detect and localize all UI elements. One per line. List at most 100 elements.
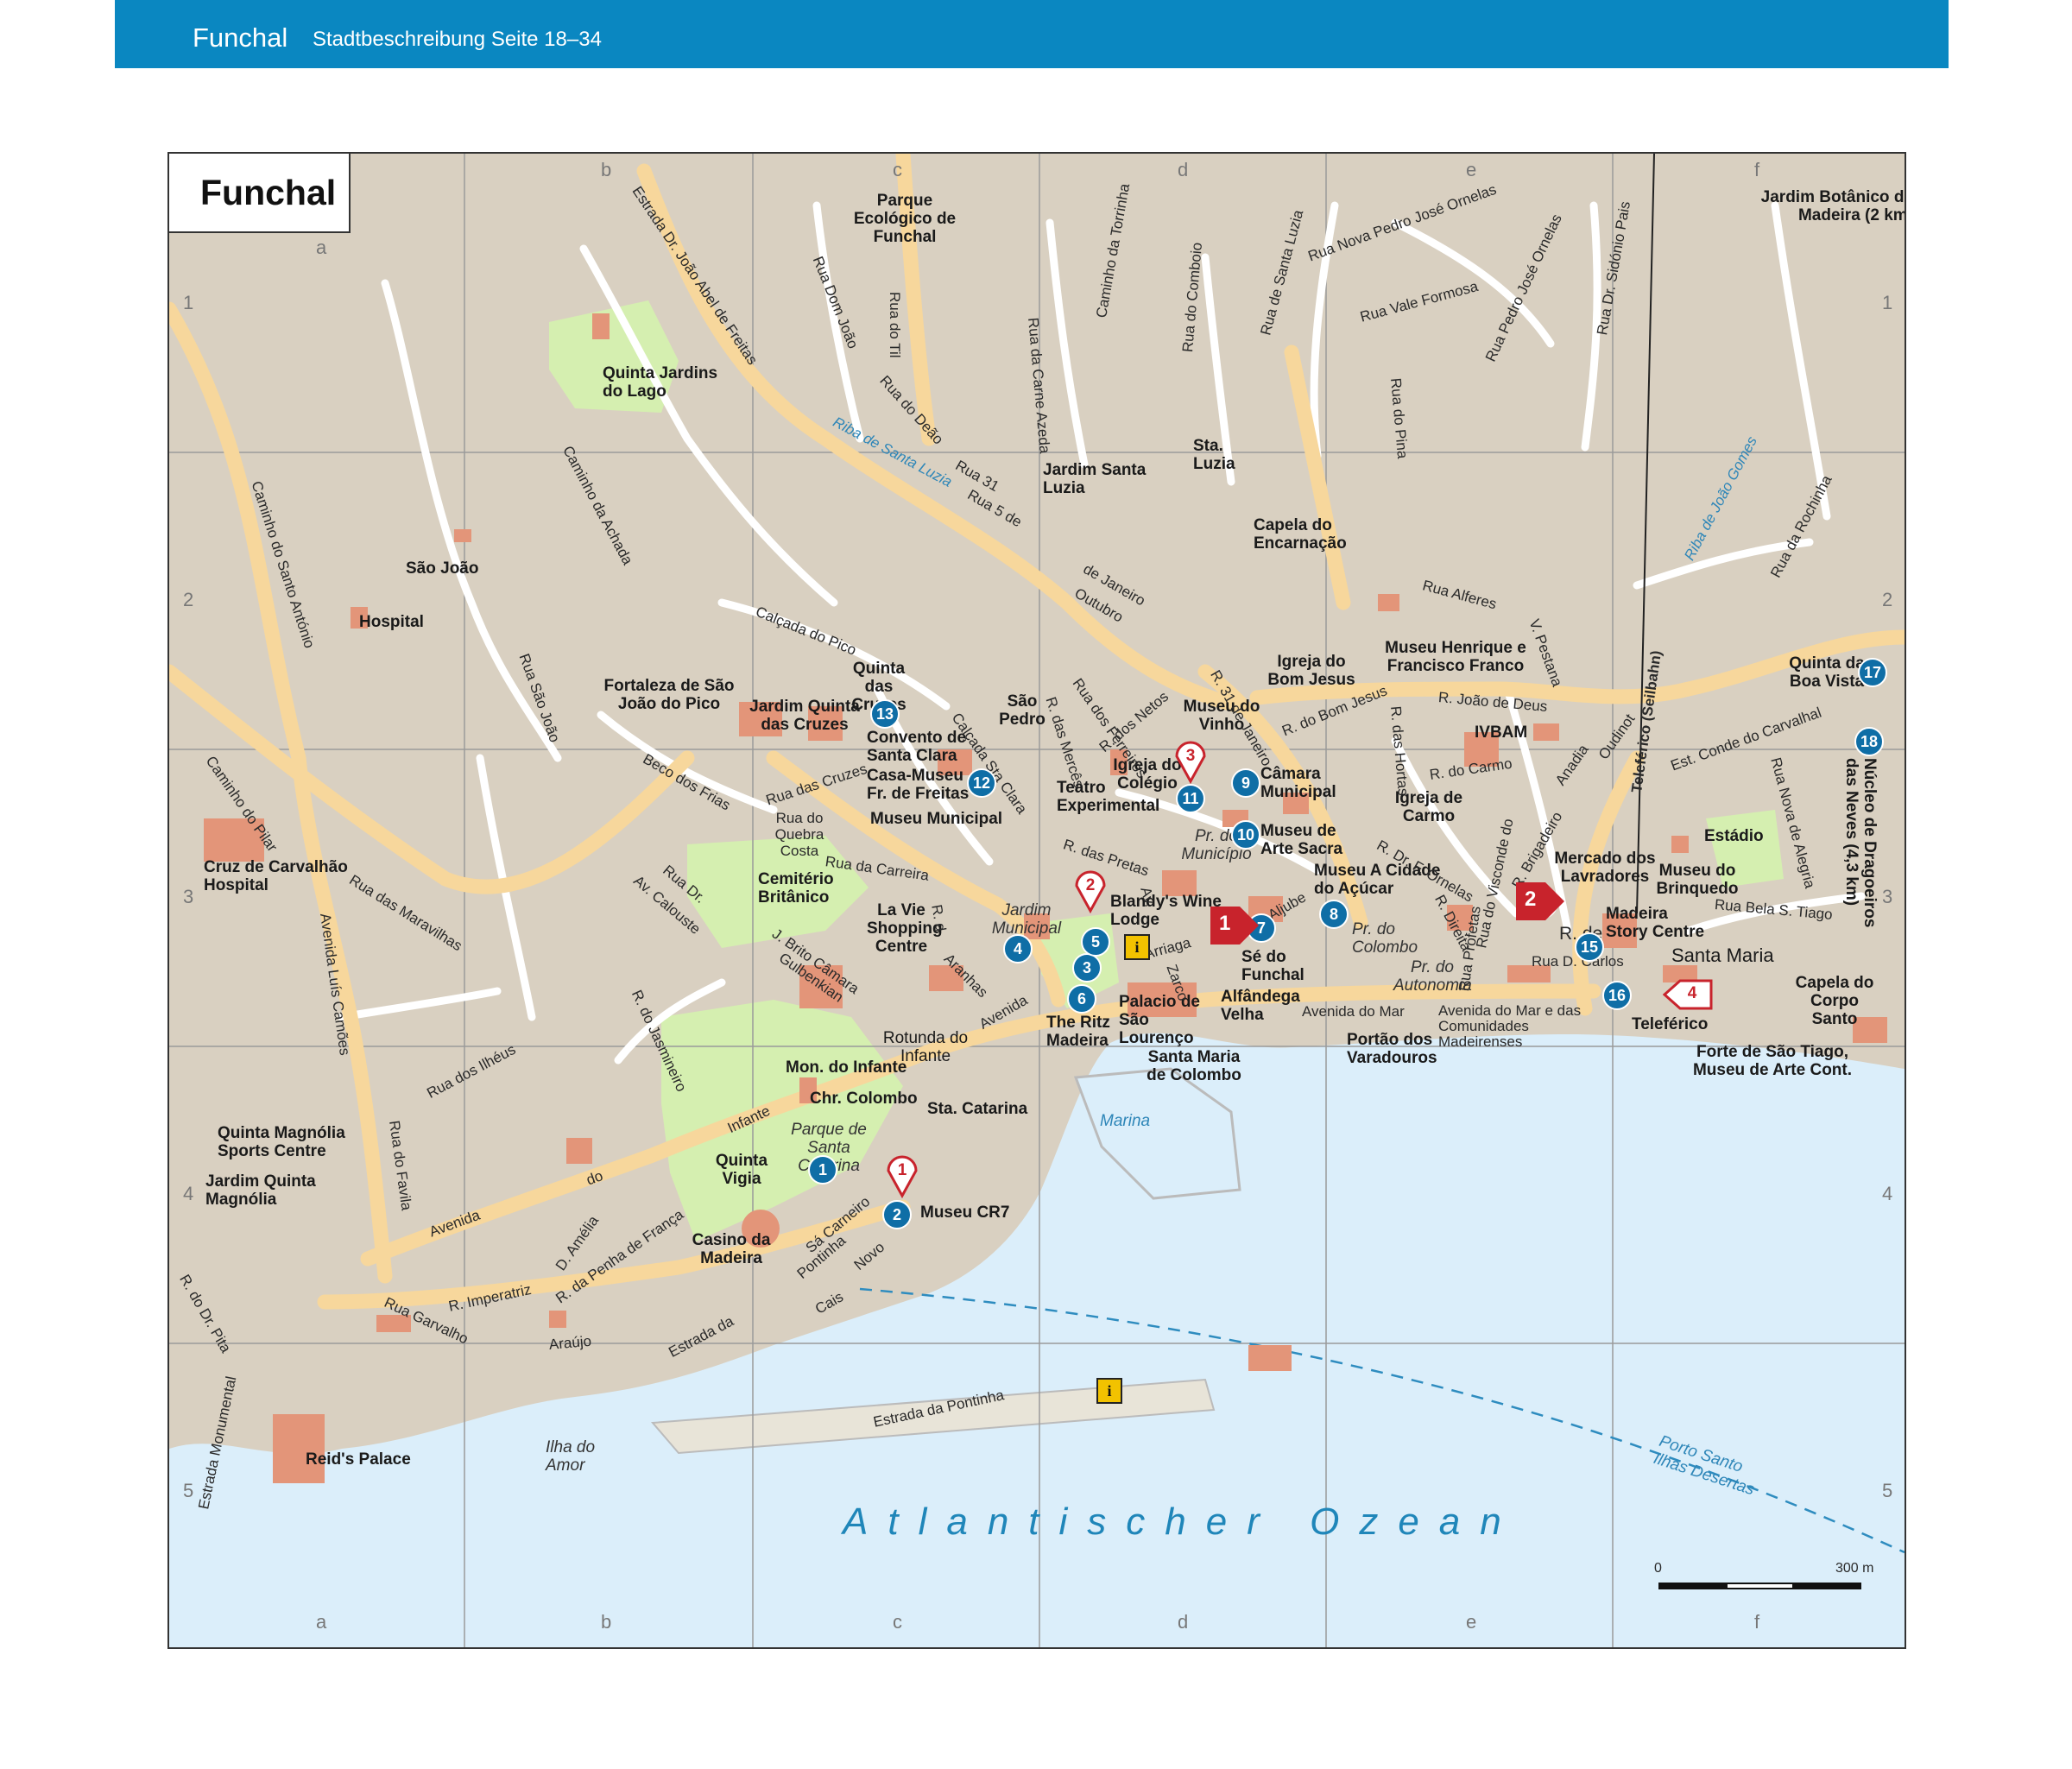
sight-marker-2[interactable]: 2 <box>882 1200 912 1229</box>
sight-marker-10[interactable]: 10 <box>1231 820 1260 850</box>
label-convento[interactable]: Convento de Santa Clara <box>867 729 970 765</box>
label-ilha-amor[interactable]: Ilha do Amor <box>546 1438 615 1475</box>
header-city: Funchal <box>193 22 288 53</box>
grid-col-f-bottom: f <box>1754 1611 1760 1633</box>
street-avenida-mar: Avenida do Mar <box>1302 1003 1405 1020</box>
grid-col-c-top: c <box>893 159 902 180</box>
grid-col-f-top: f <box>1754 159 1760 180</box>
label-ritz[interactable]: The Ritz Madeira <box>1046 1014 1124 1050</box>
label-santa-maria[interactable]: Santa Maria <box>1671 946 1774 965</box>
label-sta-luzia[interactable]: Sta. Luzia <box>1193 437 1245 473</box>
arrow-icon <box>1516 882 1564 920</box>
label-camara[interactable]: Câmara Municipal <box>1260 765 1347 801</box>
label-jardim-quinta-magnolia[interactable]: Jardim Quinta Magnólia <box>205 1172 335 1209</box>
label-madeira-story[interactable]: Madeira Story Centre <box>1606 905 1709 941</box>
label-sao-joao[interactable]: São João <box>406 559 478 578</box>
label-parque-ecologico[interactable]: Parque Ecológico de Funchal <box>836 192 974 246</box>
label-marina[interactable]: Marina <box>1100 1112 1150 1130</box>
label-alfandega[interactable]: Alfândega Velha <box>1221 988 1300 1024</box>
grid-col-e-top: e <box>1466 159 1477 180</box>
pin-number: 3 <box>1185 747 1196 765</box>
grid-col-a-top: a <box>316 237 327 258</box>
info-point-icon[interactable]: i <box>1096 1378 1122 1404</box>
label-quinta-magnolia-sports[interactable]: Quinta Magnólia Sports Centre <box>218 1124 364 1160</box>
street-rua-do-til: Rua do Til <box>887 292 903 358</box>
label-cemiterio[interactable]: Cemitério Britânico <box>758 870 836 907</box>
grid-row-4-left: 4 <box>183 1183 194 1204</box>
sight-marker-15[interactable]: 15 <box>1575 932 1604 962</box>
grid-row-5-left: 5 <box>183 1480 194 1501</box>
label-sao-pedro[interactable]: São Pedro <box>996 692 1048 729</box>
pin-marker-3[interactable]: 3 <box>1174 741 1207 785</box>
sight-marker-18[interactable]: 18 <box>1854 727 1884 756</box>
label-casino[interactable]: Casino da Madeira <box>684 1231 779 1267</box>
sight-marker-4[interactable]: 4 <box>1003 934 1033 963</box>
label-la-vie[interactable]: La Vie Shopping Centre <box>867 901 943 956</box>
label-museu-arte-sacra[interactable]: Museu de Arte Sacra <box>1260 822 1355 858</box>
label-palacio[interactable]: Palacio de São Lourenço <box>1119 993 1214 1047</box>
label-museu-henrique[interactable]: Museu Henrique e Francisco Franco <box>1369 639 1542 675</box>
map-frame[interactable]: Funchal a b c d e f a b c d e f 1 2 3 4 … <box>167 152 1906 1649</box>
sight-marker-12[interactable]: 12 <box>967 768 996 798</box>
main-sight-number: 1 <box>1219 912 1231 935</box>
sight-marker-13[interactable]: 13 <box>870 699 900 729</box>
label-reids[interactable]: Reid's Palace <box>306 1450 411 1469</box>
label-pr-colombo[interactable]: Pr. do Colombo <box>1352 920 1421 957</box>
pin-marker-2[interactable]: 2 <box>1074 870 1107 914</box>
grid-row-3-left: 3 <box>183 886 194 907</box>
label-mon-infante[interactable]: Mon. do Infante <box>786 1058 906 1077</box>
label-quinta-jardins[interactable]: Quinta Jardins do Lago <box>603 364 732 401</box>
label-fortaleza[interactable]: Fortaleza de São João do Pico <box>596 677 742 713</box>
label-portao[interactable]: Portão dos Varadouros <box>1347 1031 1442 1067</box>
sight-marker-1[interactable]: 1 <box>808 1155 837 1185</box>
scale-bar <box>1658 1583 1861 1589</box>
label-museu-brinquedo[interactable]: Museu do Brinquedo <box>1654 862 1740 898</box>
label-jardim-municipal[interactable]: Jardim Municipal <box>988 901 1065 938</box>
label-jardim-quinta-cruzes[interactable]: Jardim Quinta das Cruzes <box>744 698 865 734</box>
info-point-icon[interactable]: i <box>1124 934 1150 960</box>
label-casa-museu[interactable]: Casa-Museu Fr. de Freitas <box>867 767 970 803</box>
sight-marker-11[interactable]: 11 <box>1176 784 1205 813</box>
sight-marker-6[interactable]: 6 <box>1067 984 1096 1014</box>
main-sight-2[interactable]: 2 <box>1516 879 1566 924</box>
label-ivbam[interactable]: IVBAM <box>1475 723 1527 742</box>
label-chr-colombo[interactable]: Chr. Colombo <box>810 1090 918 1108</box>
label-museu-municipal[interactable]: Museu Municipal <box>870 810 1002 828</box>
pin-marker-1[interactable]: 1 <box>886 1155 919 1199</box>
grid-row-2-right: 2 <box>1882 589 1893 610</box>
label-cruz-carvalhao[interactable]: Cruz de Carvalhão Hospital <box>204 858 368 894</box>
label-jardim-santa-luzia[interactable]: Jardim Santa Luzia <box>1043 461 1147 497</box>
sight-marker-16[interactable]: 16 <box>1602 981 1632 1010</box>
sight-marker-3[interactable]: 3 <box>1072 953 1102 982</box>
grid-row-2-left: 2 <box>183 589 194 610</box>
label-santa-maria-colombo[interactable]: Santa Maria de Colombo <box>1138 1048 1250 1084</box>
pin-marker-4[interactable]: 4 <box>1662 977 1715 1012</box>
pin-number: 2 <box>1085 876 1096 894</box>
label-sta-catarina[interactable]: Sta. Catarina <box>927 1100 1027 1118</box>
grid-col-b-top: b <box>601 159 612 180</box>
label-capela-corpo-santo[interactable]: Capela do Corpo Santo <box>1787 974 1882 1028</box>
label-capela-encarnacao[interactable]: Capela do Encarnação <box>1254 516 1357 553</box>
grid-col-d-top: d <box>1178 159 1189 180</box>
label-forte-sao-tiago[interactable]: Forte de São Tiago, Museu de Arte Cont. <box>1690 1043 1854 1079</box>
label-igreja-bom-jesus[interactable]: Igreja do Bom Jesus <box>1264 653 1359 689</box>
pin-number: 1 <box>897 1161 907 1179</box>
sight-marker-5[interactable]: 5 <box>1081 927 1110 957</box>
grid-row-4-right: 4 <box>1882 1183 1893 1204</box>
label-quinta-boa-vista[interactable]: Quinta da Boa Vista <box>1784 654 1870 691</box>
main-sight-1[interactable]: 1 <box>1210 903 1260 948</box>
label-museu-cr7[interactable]: Museu CR7 <box>920 1204 1009 1222</box>
label-estadio[interactable]: Estádio <box>1704 827 1764 845</box>
header-subtitle: Stadtbeschreibung Seite 18–34 <box>313 28 602 51</box>
label-hospital[interactable]: Hospital <box>359 613 424 631</box>
label-nucleo[interactable]: Núcleo de Dragoeiros das Neves (4,3 km) <box>1842 758 1879 957</box>
label-teleferico[interactable]: Teleférico <box>1632 1015 1708 1033</box>
sight-marker-17[interactable]: 17 <box>1858 658 1887 687</box>
sight-marker-8[interactable]: 8 <box>1319 900 1349 929</box>
street-araujo: Araújo <box>548 1332 592 1353</box>
map-title-box: Funchal <box>169 154 351 233</box>
label-jardim-botanico[interactable]: Jardim Botânico da Madeira (2 km) <box>1749 188 1905 224</box>
label-se-funchal[interactable]: Sé do Funchal <box>1241 948 1311 984</box>
sight-marker-9[interactable]: 9 <box>1231 768 1260 798</box>
label-quinta-vigia[interactable]: Quinta Vigia <box>711 1152 772 1188</box>
